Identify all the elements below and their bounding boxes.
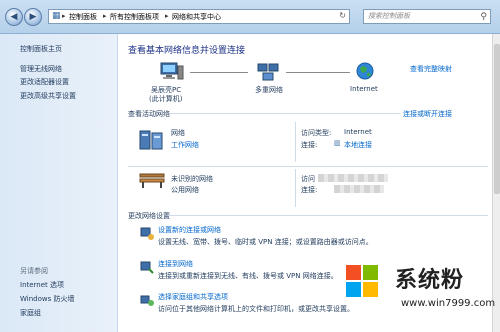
search-icon[interactable]: ⚲ xyxy=(480,11,487,24)
forward-button[interactable]: ▶ xyxy=(24,8,42,26)
network-2-type: 公用网络 xyxy=(171,186,199,194)
network-2-name: 未识别的网络 xyxy=(171,175,213,183)
divider xyxy=(128,166,488,167)
back-button[interactable]: ◀ xyxy=(5,8,23,26)
task-setup-connection-link[interactable]: 设置新的连接或网络 xyxy=(158,225,221,235)
homegroup-icon xyxy=(140,293,154,307)
network-1-access-value: Internet xyxy=(344,128,372,136)
network-1-name: 网络 xyxy=(171,129,185,137)
see-also-heading: 另请参阅 xyxy=(20,267,48,275)
windows-logo-icon xyxy=(345,264,379,298)
sidebar-item-adapter-settings[interactable]: 更改适配器设置 xyxy=(20,77,69,87)
search-input[interactable]: 搜索控制面板 ⚲ xyxy=(363,9,491,24)
park-bench-icon xyxy=(138,171,166,189)
divider xyxy=(295,169,296,207)
task-homegroup-desc: 访问位于其他网络计算机上的文件和打印机，或更改共享设置。 xyxy=(158,305,354,313)
sidebar-item-internet-options[interactable]: Internet 选项 xyxy=(20,280,64,290)
divider xyxy=(170,113,400,114)
divider xyxy=(295,122,296,162)
sidebar-home-link[interactable]: 控制面板主页 xyxy=(20,44,62,54)
multiple-networks-icon xyxy=(257,62,279,82)
globe-icon xyxy=(356,62,374,80)
breadcrumb-network-center[interactable]: 网络和共享中心 xyxy=(172,12,221,22)
network-2-connection-label: 连接: xyxy=(301,186,318,194)
map-connection-line xyxy=(190,72,248,73)
network-1-connection-link[interactable]: 本地连接 xyxy=(344,140,372,150)
task-connect-network-desc: 连接到或重新连接到无线、有线、拨号或 VPN 网络连接。 xyxy=(158,272,338,280)
map-node-internet-label: Internet xyxy=(350,85,378,93)
watermark-url: www.win7999.com xyxy=(401,298,496,309)
sidebar-item-manage-wireless[interactable]: 管理无线网络 xyxy=(20,64,62,74)
scrollbar-thumb[interactable] xyxy=(494,44,500,194)
view-full-map-link[interactable]: 查看完整映射 xyxy=(410,64,452,74)
network-1-access-label: 访问类型: xyxy=(301,129,332,137)
control-panel-icon: ▦ xyxy=(52,11,61,21)
task-setup-connection-desc: 设置无线、宽带、拨号、临时或 VPN 连接；或设置路由器或访问点。 xyxy=(158,238,373,246)
computer-icon xyxy=(158,62,184,82)
refresh-icon[interactable]: ↻ xyxy=(339,11,346,20)
map-connection-line xyxy=(286,72,350,73)
change-settings-heading: 更改网络设置 xyxy=(128,212,170,220)
sidebar: 控制面板主页 管理无线网络 更改适配器设置 更改高级共享设置 另请参阅 Inte… xyxy=(0,34,118,332)
task-homegroup-link[interactable]: 选择家庭组和共享选项 xyxy=(158,292,228,302)
network-2-access-label: 访问 xyxy=(301,175,315,183)
sidebar-item-windows-firewall[interactable]: Windows 防火墙 xyxy=(20,294,74,304)
redacted-value xyxy=(334,185,384,193)
work-network-icon xyxy=(138,129,164,151)
page-title: 查看基本网络信息并设置连接 xyxy=(128,46,246,56)
lan-connection-icon: ▥ xyxy=(334,139,341,147)
breadcrumb-control-panel[interactable]: 控制面板 xyxy=(69,12,97,22)
active-networks-heading: 查看活动网络 xyxy=(128,110,170,118)
connect-disconnect-link[interactable]: 连接或断开连接 xyxy=(403,109,452,119)
watermark-brand: 系统粉 xyxy=(395,268,465,293)
search-placeholder: 搜索控制面板 xyxy=(368,12,410,20)
watermark: 系统粉 www.win7999.com xyxy=(345,256,500,332)
sidebar-item-advanced-sharing[interactable]: 更改高级共享设置 xyxy=(20,91,76,101)
breadcrumb-separator-icon: ▸ xyxy=(103,12,107,20)
connect-network-icon xyxy=(140,260,154,274)
task-connect-network-link[interactable]: 连接到网络 xyxy=(158,259,193,269)
map-node-computer-sublabel: (此计算机) xyxy=(149,95,183,103)
breadcrumb-all-items[interactable]: 所有控制面板项 xyxy=(110,12,159,22)
breadcrumb-separator-icon: ▸ xyxy=(165,12,169,20)
divider xyxy=(168,215,488,216)
breadcrumb-separator-icon: ▸ xyxy=(62,12,66,20)
navigation-bar: ◀ ▶ ▦ ▸ 控制面板 ▸ 所有控制面板项 ▸ 网络和共享中心 ↻ 搜索控制面… xyxy=(0,0,500,34)
address-bar[interactable]: ▦ ▸ 控制面板 ▸ 所有控制面板项 ▸ 网络和共享中心 ↻ xyxy=(48,9,350,24)
network-1-type-link[interactable]: 工作网络 xyxy=(171,140,199,150)
network-1-connection-label: 连接: xyxy=(301,141,318,149)
sidebar-item-homegroup[interactable]: 家庭组 xyxy=(20,308,41,318)
map-node-multi-label: 多重网络 xyxy=(255,86,283,94)
new-connection-icon xyxy=(140,226,154,240)
redacted-value xyxy=(318,174,388,182)
